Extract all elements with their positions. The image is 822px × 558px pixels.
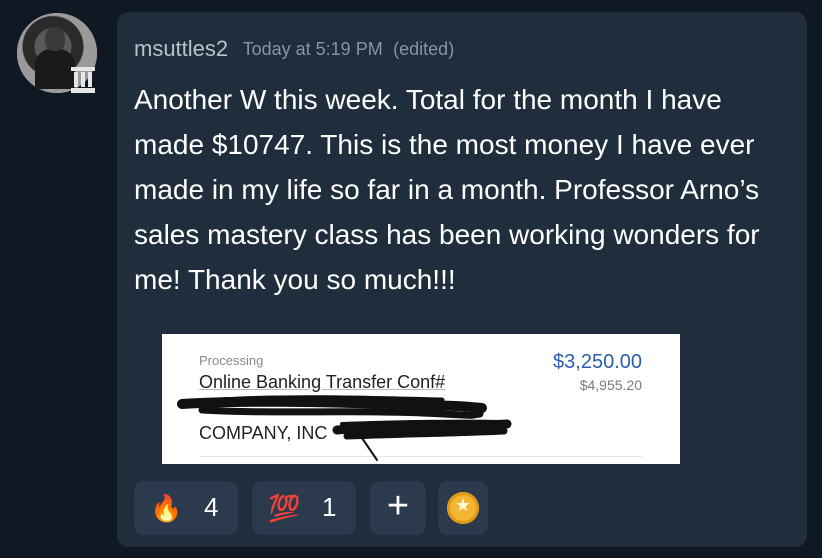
image-attachment[interactable]: Processing Online Banking Transfer Conf#… <box>162 334 680 464</box>
edited-indicator: (edited) <box>393 38 455 59</box>
add-reaction-button[interactable]: + <box>370 481 426 535</box>
redaction-scribble <box>177 395 512 461</box>
pillar-badge-icon <box>71 67 95 93</box>
coin-reaction-button[interactable] <box>438 481 488 535</box>
avatar-figure-body <box>35 49 75 89</box>
fire-icon: 🔥 <box>150 493 183 523</box>
hundred-points-icon: 💯 <box>268 493 301 523</box>
reaction-count: 1 <box>322 492 337 522</box>
reaction-count: 4 <box>204 492 219 522</box>
message-text: Another W this week. Total for the month… <box>134 84 760 295</box>
message-header: msuttles2 Today at 5:19 PM (edited) <box>134 36 454 62</box>
username[interactable]: msuttles2 <box>134 36 228 61</box>
reaction-hundred[interactable]: 💯 1 <box>252 481 356 535</box>
timestamp[interactable]: Today at 5:19 PM <box>243 39 383 59</box>
reaction-fire[interactable]: 🔥 4 <box>134 481 238 535</box>
add-reaction-icon: + <box>386 485 410 527</box>
avatar-figure-head <box>45 27 65 51</box>
gold-coin-icon <box>447 492 479 524</box>
